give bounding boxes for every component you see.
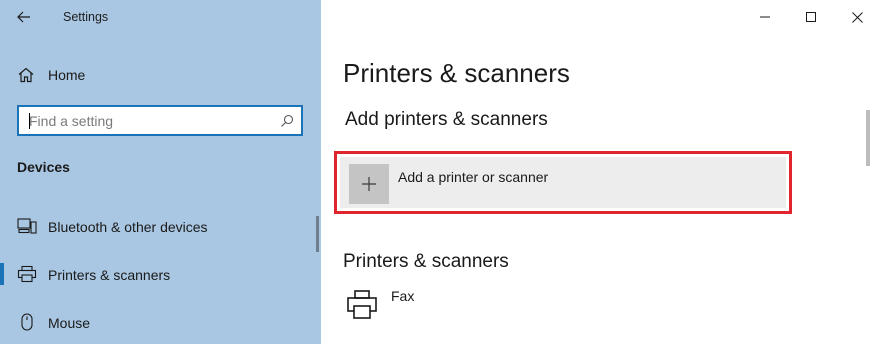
window-controls <box>742 0 880 34</box>
back-arrow-icon <box>17 11 30 23</box>
plus-icon <box>362 177 376 191</box>
search-box[interactable] <box>17 105 303 136</box>
main-content: Printers & scanners Add printers & scann… <box>321 0 880 344</box>
back-button[interactable] <box>8 4 40 30</box>
printer-icon <box>17 265 37 283</box>
mouse-icon <box>21 313 33 331</box>
maximize-icon <box>806 12 816 22</box>
sidebar-item-label: Printers & scanners <box>48 267 171 283</box>
printers-list-heading: Printers & scanners <box>343 251 509 272</box>
app-title: Settings <box>63 10 109 24</box>
printer-icon <box>347 290 377 319</box>
active-indicator <box>0 263 4 285</box>
sidebar-item-label: Bluetooth & other devices <box>48 219 208 235</box>
minimize-button[interactable] <box>742 0 788 34</box>
sidebar-item-mouse[interactable]: Mouse <box>0 305 321 339</box>
highlight-frame: Add a printer or scanner <box>334 151 792 214</box>
nav-home[interactable]: Home <box>0 58 321 90</box>
sidebar-item-label: Mouse <box>48 315 91 331</box>
nav-home-label: Home <box>48 67 86 83</box>
sidebar-scrollbar[interactable] <box>316 216 319 252</box>
section-heading-devices: Devices <box>17 159 70 175</box>
titlebar-left: Settings <box>0 0 321 34</box>
sidebar-item-printers[interactable]: Printers & scanners <box>0 257 321 291</box>
maximize-button[interactable] <box>788 0 834 34</box>
page-title: Printers & scanners <box>343 58 570 88</box>
sidebar-item-bluetooth[interactable]: Bluetooth & other devices <box>0 209 321 243</box>
search-input[interactable] <box>29 108 269 133</box>
device-name: Fax <box>391 288 415 304</box>
plus-icon-box <box>349 164 389 204</box>
add-printer-label: Add a printer or scanner <box>398 169 549 185</box>
text-caret <box>29 113 30 129</box>
close-icon <box>851 11 863 23</box>
main-scrollbar[interactable] <box>866 110 870 166</box>
add-section-heading: Add printers & scanners <box>345 109 548 130</box>
close-button[interactable] <box>834 0 880 34</box>
list-item[interactable]: Fax <box>343 283 763 327</box>
home-icon <box>18 67 34 83</box>
bluetooth-devices-icon <box>17 218 37 234</box>
sidebar: Settings Home Devices Bluetooth & other … <box>0 0 321 344</box>
add-printer-button[interactable]: Add a printer or scanner <box>340 157 786 208</box>
minimize-icon <box>760 16 770 18</box>
search-icon[interactable] <box>280 114 294 128</box>
